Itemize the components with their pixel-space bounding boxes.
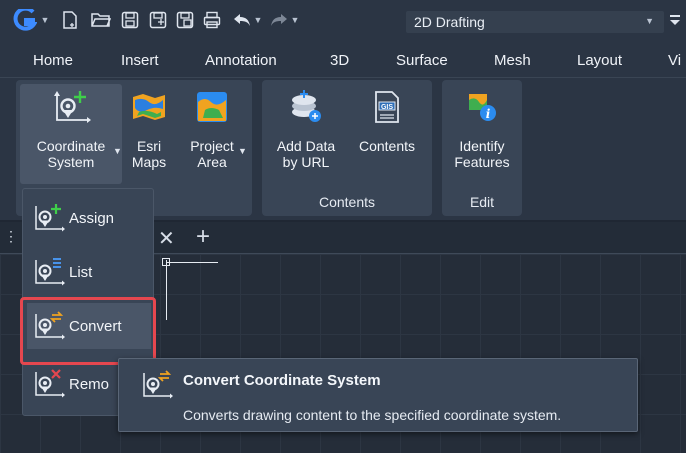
tab-mesh[interactable]: Mesh — [494, 52, 531, 69]
menu-label-list: List — [69, 263, 93, 281]
save-as-icon[interactable] — [148, 10, 168, 30]
undo-caret-icon[interactable]: ▼ — [253, 10, 263, 30]
esri-maps-button[interactable]: Esri Maps — [126, 84, 172, 184]
coordinate-system-label-2: System — [47, 154, 95, 170]
undo-icon[interactable] — [233, 10, 251, 30]
identify-label-2: Features — [454, 154, 510, 170]
app-logo-icon[interactable] — [12, 9, 38, 31]
esri-maps-label-1: Esri — [136, 138, 162, 154]
svg-text:i: i — [486, 107, 491, 121]
quick-access-toolbar: ▼ ▼ ▼ 2D Drafting ▼ — [0, 0, 686, 40]
open-folder-icon[interactable] — [90, 10, 112, 30]
identify-features-button[interactable]: i Identify Features — [446, 84, 518, 184]
coordinate-system-button[interactable]: Coordinate System ▼ — [20, 84, 122, 184]
identify-features-icon: i — [446, 84, 518, 130]
project-area-caret-icon: ▼ — [238, 146, 247, 156]
coordinate-system-caret-icon: ▼ — [113, 146, 122, 156]
gis-contents-icon: GIS — [348, 84, 426, 130]
coordinate-system-label-1: Coordinate — [36, 138, 106, 154]
redo-icon[interactable] — [270, 10, 288, 30]
convert-tooltip: Convert Coordinate System Converts drawi… — [118, 358, 638, 432]
workspace-select[interactable]: 2D Drafting ▼ — [406, 11, 664, 33]
ribbon-group-edit: i Identify Features Edit — [442, 80, 522, 216]
workspace-select-value: 2D Drafting — [414, 14, 485, 30]
new-tab-icon[interactable]: + — [196, 223, 210, 251]
ribbon-tabs: Home Insert Annotation 3D Surface Mesh L… — [0, 40, 686, 78]
app-menu-caret-icon[interactable]: ▼ — [40, 10, 50, 30]
tooltip-convert-icon — [139, 369, 173, 406]
tooltip-description: Converts drawing content to the specifie… — [183, 407, 562, 423]
add-data-by-url-button[interactable]: Add Data by URL — [266, 84, 346, 184]
svg-text:GIS: GIS — [381, 104, 393, 111]
tooltip-title: Convert Coordinate System — [183, 372, 381, 389]
assign-coordinate-icon — [27, 198, 69, 238]
add-data-url-icon — [266, 84, 346, 130]
project-area-icon — [176, 84, 248, 130]
tab-home[interactable]: Home — [33, 52, 73, 69]
esri-maps-icon — [126, 84, 172, 130]
coordinate-system-icon — [20, 84, 122, 130]
tab-layout[interactable]: Layout — [577, 52, 622, 69]
menu-item-list[interactable]: List — [27, 249, 151, 295]
menu-item-assign[interactable]: Assign — [27, 195, 151, 241]
add-data-label-2: by URL — [282, 154, 330, 170]
contents-button-label: Contents — [358, 138, 416, 154]
tab-3d[interactable]: 3D — [330, 52, 349, 69]
ucs-origin-icon — [162, 258, 170, 266]
chevron-down-icon: ▼ — [645, 16, 654, 26]
ucs-x-axis — [166, 262, 218, 263]
save-all-icon[interactable] — [175, 10, 195, 30]
convert-highlight-box — [20, 297, 156, 365]
group-label-contents: Contents — [318, 194, 376, 210]
tab-view[interactable]: Vi — [668, 52, 681, 69]
new-file-icon[interactable] — [60, 10, 80, 30]
close-tab-icon[interactable]: ✕ — [158, 226, 175, 251]
customize-qat-icon[interactable] — [668, 10, 682, 30]
menu-label-assign: Assign — [69, 209, 115, 227]
remove-coordinate-icon — [27, 364, 69, 404]
tab-list-icon[interactable]: ⋮ — [4, 228, 18, 245]
save-icon[interactable] — [120, 10, 140, 30]
tab-insert[interactable]: Insert — [121, 52, 159, 69]
menu-label-remove: Remo — [69, 375, 110, 393]
project-area-button[interactable]: Project Area ▼ — [176, 84, 248, 184]
tab-surface[interactable]: Surface — [396, 52, 448, 69]
identify-label-1: Identify — [459, 138, 505, 154]
esri-maps-label-2: Maps — [131, 154, 167, 170]
group-label-edit: Edit — [469, 194, 495, 210]
contents-button[interactable]: GIS Contents — [348, 84, 426, 184]
add-data-label-1: Add Data — [276, 138, 336, 154]
list-coordinate-icon — [27, 252, 69, 292]
print-icon[interactable] — [202, 10, 222, 30]
ribbon-group-contents: Add Data by URL GIS Contents Contents — [262, 80, 432, 216]
tab-annotation[interactable]: Annotation — [205, 52, 277, 69]
ucs-y-axis — [166, 260, 167, 320]
redo-caret-icon[interactable]: ▼ — [290, 10, 300, 30]
